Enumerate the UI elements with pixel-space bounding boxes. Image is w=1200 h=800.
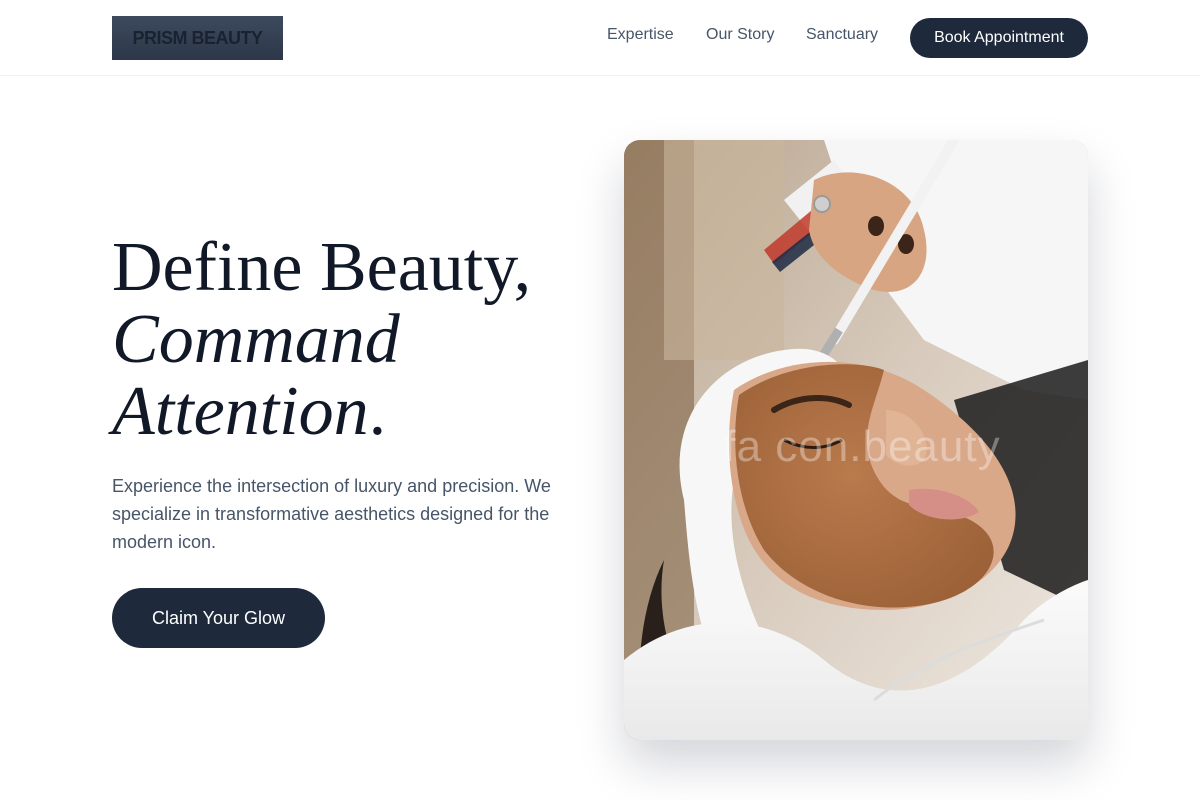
headline-period: .	[368, 373, 387, 450]
hero-headline: Define Beauty, Command Attention.	[112, 232, 592, 448]
headline-line-1: Define Beauty,	[112, 229, 532, 306]
nav-link-sanctuary[interactable]: Sanctuary	[806, 26, 878, 44]
claim-your-glow-button[interactable]: Claim Your Glow	[112, 588, 325, 648]
brand-logo[interactable]: PRISM BEAUTY	[112, 16, 283, 60]
book-appointment-button[interactable]: Book Appointment	[910, 18, 1088, 58]
headline-line-3: Attention.	[112, 376, 592, 448]
hero-description: Experience the intersection of luxury an…	[112, 476, 551, 552]
image-watermark: fa con.beauty	[723, 422, 1001, 471]
site-header: PRISM BEAUTY Expertise Our Story Sanctua…	[0, 0, 1200, 76]
nav-link-our-story[interactable]: Our Story	[706, 26, 774, 44]
headline-line-3-text: Attention	[112, 373, 369, 450]
hero-photo: fa con.beauty	[624, 140, 1088, 740]
logo-text: PRISM BEAUTY	[132, 27, 263, 48]
headline-line-2: Command	[112, 301, 400, 378]
nav-link-expertise[interactable]: Expertise	[607, 26, 674, 44]
